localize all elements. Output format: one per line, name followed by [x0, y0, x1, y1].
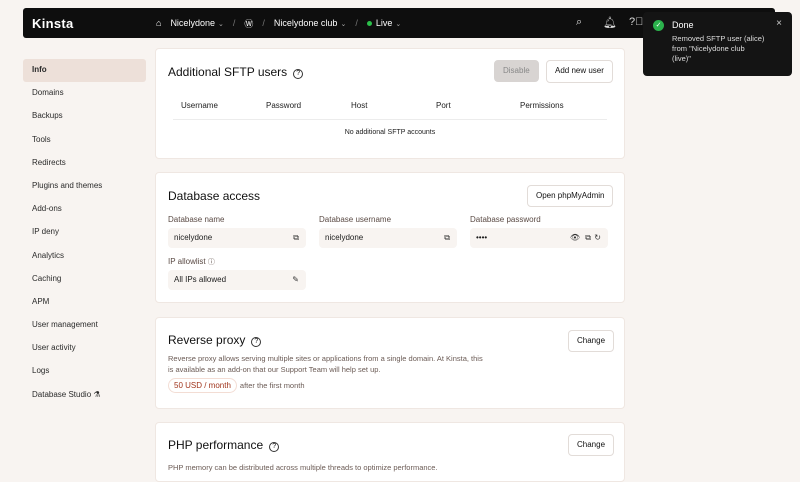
site-selector[interactable]: Nicelydone club ⌄	[274, 18, 346, 28]
chevron-down-icon: ⌄	[217, 21, 224, 28]
database-username-field[interactable]: nicelydone ⧉	[319, 228, 457, 248]
column-header-port: Port	[436, 101, 451, 110]
field-value: All IPs allowed	[174, 275, 227, 284]
separator: /	[355, 18, 358, 28]
check-icon: ✓	[653, 20, 664, 31]
sidebar-item-info[interactable]: Info	[23, 59, 146, 83]
section-title: Reverse proxy?	[168, 333, 262, 347]
database-access-card: Database access Open phpMyAdmin Database…	[155, 172, 625, 303]
column-header-host: Host	[351, 101, 368, 110]
live-status-dot	[366, 21, 372, 26]
sidebar-item-caching[interactable]: Caching	[23, 268, 146, 291]
sidebar-item-domains[interactable]: Domains	[23, 82, 146, 105]
field-value: nicelydone	[174, 233, 213, 242]
bell-icon[interactable]: 🔔︎	[603, 16, 617, 29]
description: PHP memory can be distributed across mul…	[168, 463, 438, 472]
title-text: PHP performance	[168, 438, 264, 452]
sidebar-item-addons[interactable]: Add-ons	[23, 198, 146, 221]
open-phpmyadmin-button[interactable]: Open phpMyAdmin	[527, 185, 614, 207]
help-icon[interactable]: ?	[269, 442, 280, 452]
description-line: Reverse proxy allows serving multiple si…	[168, 354, 483, 363]
sidebar-item-logs[interactable]: Logs	[23, 360, 146, 383]
sidebar: Info Domains Backups Tools Redirects Plu…	[23, 59, 146, 407]
price-note: after the first month	[239, 381, 305, 390]
company-selector[interactable]: Nicelydone ⌄	[170, 18, 223, 28]
ip-allowlist-field[interactable]: All IPs allowed ✎	[168, 270, 306, 290]
column-header-username: Username	[181, 101, 218, 110]
pricing: 50 USD / month after the first month	[168, 378, 305, 393]
database-password-field[interactable]: •••• 👁︎ ⧉ ↻	[470, 228, 608, 248]
edit-icon[interactable]: ✎	[292, 270, 299, 290]
company-name: Nicelydone	[170, 18, 215, 28]
message-line: from "Nicelydone club	[672, 44, 745, 53]
copy-icon[interactable]: ⧉	[444, 228, 450, 248]
help-icon[interactable]: ⓘ	[208, 259, 215, 266]
database-password-label: Database password	[470, 215, 541, 224]
sidebar-item-analytics[interactable]: Analytics	[23, 245, 146, 268]
separator: /	[262, 18, 265, 28]
label-text: IP allowlist	[168, 257, 206, 266]
divider	[173, 119, 607, 120]
sidebar-item-database-studio[interactable]: Database Studio ⚗	[23, 384, 146, 407]
section-title: Database access	[168, 189, 261, 203]
sidebar-item-redirects[interactable]: Redirects	[23, 152, 146, 175]
site-name: Nicelydone club	[273, 18, 338, 28]
price-badge: 50 USD / month	[168, 378, 237, 393]
sidebar-item-tools[interactable]: Tools	[23, 129, 146, 152]
add-new-user-button[interactable]: Add new user	[546, 60, 613, 83]
chevron-down-icon: ⌄	[395, 21, 402, 28]
sidebar-item-plugins[interactable]: Plugins and themes	[23, 175, 146, 198]
copy-icon[interactable]: ⧉	[293, 228, 299, 248]
database-name-field[interactable]: nicelydone ⧉	[168, 228, 306, 248]
eye-icon[interactable]: 👁︎	[570, 228, 580, 248]
column-header-password: Password	[266, 101, 302, 110]
sidebar-item-label: Database Studio	[32, 389, 92, 399]
environment-selector[interactable]: Live ⌄	[366, 18, 402, 28]
help-icon[interactable]: ?	[251, 337, 262, 347]
ip-allowlist-label: IP allowlist ⓘ	[168, 257, 215, 267]
empty-state: No additional SFTP accounts	[344, 129, 436, 136]
disable-button[interactable]: Disable	[494, 60, 539, 82]
sidebar-item-user-activity[interactable]: User activity	[23, 337, 146, 360]
toast-notification: ✓ Done Removed SFTP user (alice) from "Ni…	[643, 12, 792, 76]
wordpress-icon[interactable]: Ⓦ	[244, 17, 253, 30]
database-username-label: Database username	[319, 215, 392, 224]
sidebar-item-apm[interactable]: APM	[23, 291, 146, 314]
sftp-users-card: Additional SFTP users? Disable Add new u…	[155, 48, 625, 159]
breadcrumb: ⌂ Nicelydone ⌄ / Ⓦ / Nicelydone club ⌄ / L…	[156, 8, 401, 38]
refresh-icon[interactable]: ↻	[594, 228, 601, 248]
message-line: (live)"	[672, 54, 691, 63]
help-icon[interactable]: ?⃝	[629, 16, 643, 28]
flask-icon: ⚗	[93, 389, 101, 399]
php-performance-card: PHP performance? Change PHP memory can b…	[155, 422, 625, 482]
separator: /	[232, 18, 236, 28]
sidebar-item-user-management[interactable]: User management	[23, 314, 146, 337]
title-text: Reverse proxy	[168, 333, 246, 347]
title-text: Additional SFTP users	[168, 65, 288, 79]
close-icon[interactable]: ×	[776, 18, 782, 29]
change-button[interactable]: Change	[568, 330, 615, 352]
toast-title: Done	[672, 20, 694, 30]
message-line: Removed SFTP user (alice)	[672, 34, 765, 43]
description-line: is available as an add-on that our Suppo…	[168, 365, 381, 374]
environment-name: Live	[375, 18, 393, 28]
change-button[interactable]: Change	[568, 434, 615, 456]
help-icon[interactable]: ?	[293, 69, 304, 79]
section-title: PHP performance?	[168, 438, 280, 452]
copy-icon[interactable]: ⧉	[585, 228, 591, 248]
sidebar-item-backups[interactable]: Backups	[23, 105, 146, 128]
field-value: ••••	[476, 233, 488, 242]
description: Reverse proxy allows serving multiple si…	[168, 353, 483, 375]
kinsta-logo[interactable]: Kinsta	[32, 16, 74, 31]
field-value: nicelydone	[325, 233, 364, 242]
column-header-permissions: Permissions	[520, 101, 564, 110]
sidebar-item-ip-deny[interactable]: IP deny	[23, 221, 146, 244]
section-title: Additional SFTP users?	[168, 65, 304, 79]
database-name-label: Database name	[168, 215, 225, 224]
toast-message: Removed SFTP user (alice) from "Nicelydon…	[672, 34, 764, 64]
chevron-down-icon: ⌄	[340, 21, 347, 28]
home-icon[interactable]: ⌂	[156, 18, 161, 28]
reverse-proxy-card: Reverse proxy? Change Reverse proxy allo…	[155, 317, 625, 409]
search-icon[interactable]: ⌕	[576, 16, 582, 29]
